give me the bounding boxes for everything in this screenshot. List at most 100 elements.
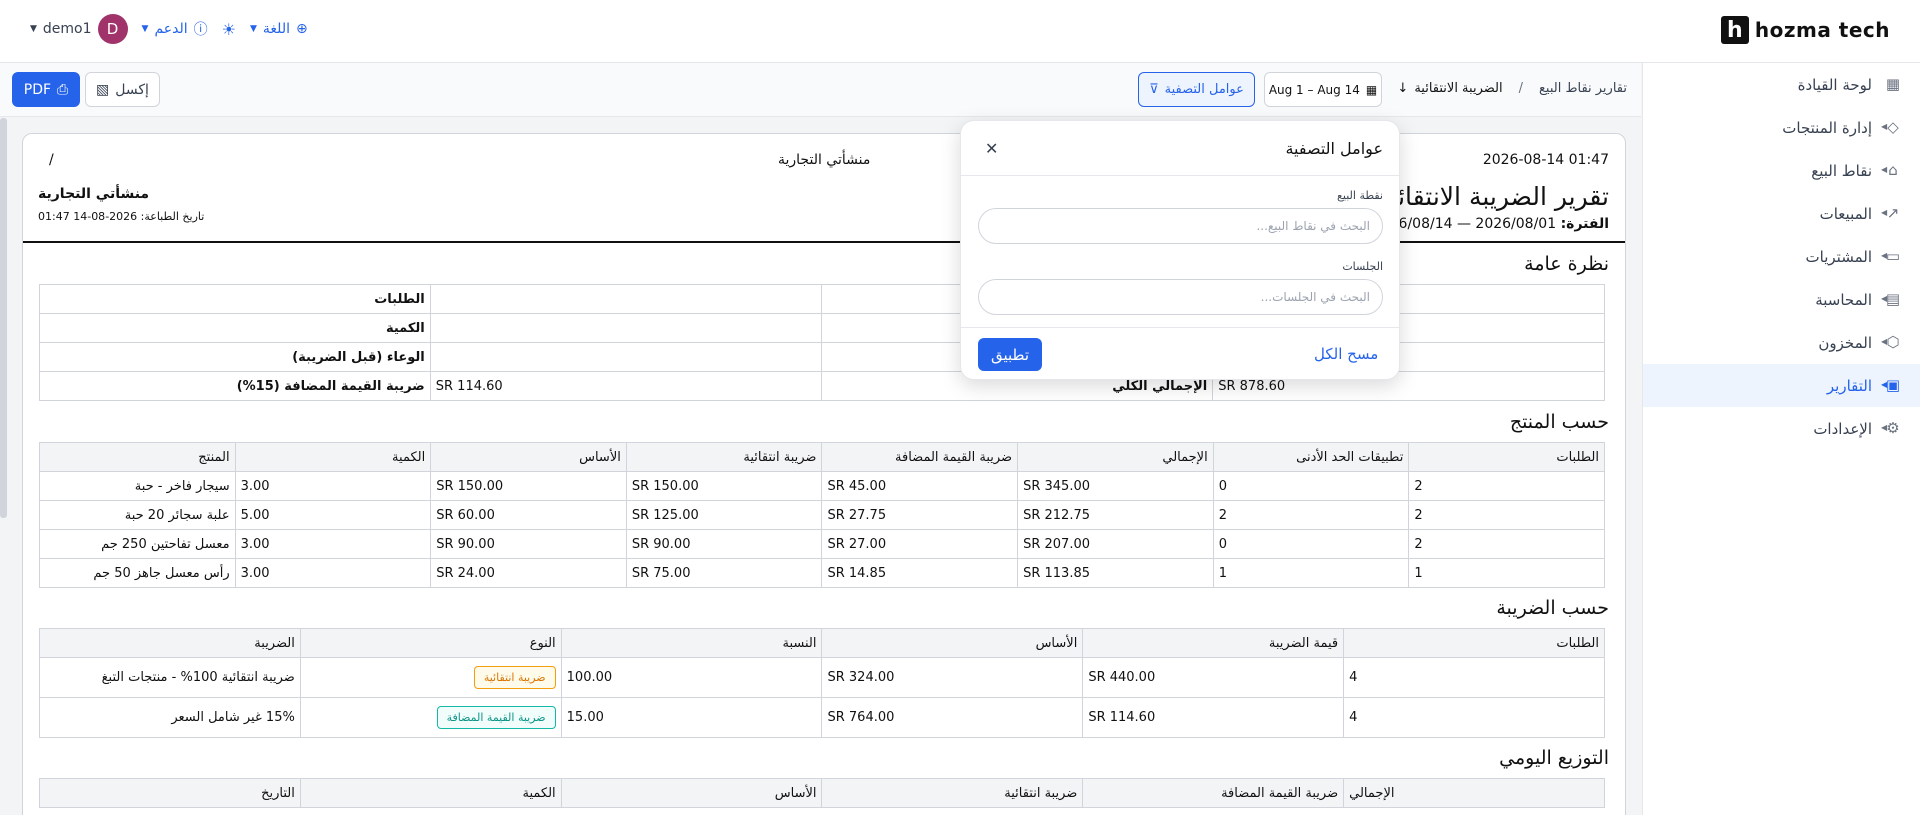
table-cell: SR 150.00 bbox=[625, 471, 823, 501]
overview-value bbox=[429, 284, 823, 314]
column-header: ضريبة القيمة المضافة bbox=[1082, 778, 1345, 808]
report-company: منشأتي التجارية bbox=[38, 186, 150, 202]
overview-label: الوعاء (قبل الضريبة) bbox=[39, 342, 431, 372]
caret-left-icon: ◀ bbox=[1881, 251, 1888, 260]
help-icon: ⓘ bbox=[193, 22, 208, 38]
column-header: ضريبة انتقائية bbox=[625, 442, 823, 472]
overview-title: نظرة عامة bbox=[1524, 253, 1609, 275]
table-cell: 15% غير شامل السعر bbox=[39, 697, 301, 738]
column-header: الكمية bbox=[234, 442, 432, 472]
column-header: قيمة الضريبة bbox=[1082, 628, 1345, 658]
support-label: الدعم bbox=[154, 21, 188, 37]
breadcrumb-current-label: الضريبة الانتقائية bbox=[1414, 81, 1503, 96]
user-menu[interactable]: ▼ demo1 D bbox=[30, 14, 128, 44]
table-cell: سيجار فاخر - حبة bbox=[39, 471, 236, 501]
table-cell: SR 345.00 bbox=[1017, 471, 1214, 501]
sidebar-item-reports[interactable]: ▣ التقارير ◀ bbox=[1643, 364, 1920, 407]
filters-button[interactable]: ⊽ عوامل التصفية bbox=[1138, 72, 1255, 107]
sidebar-item-products[interactable]: ◇ إدارة المنتجات ◀ bbox=[1643, 106, 1920, 149]
table-cell: رأس معسل جاهز 50 جم bbox=[39, 558, 236, 588]
column-header: الضريبة bbox=[39, 628, 301, 658]
column-header: النسبة bbox=[560, 628, 823, 658]
sidebar-item-purchases[interactable]: ▭ المشتريات ◀ bbox=[1643, 235, 1920, 278]
pos-label: نقطة البيع bbox=[1337, 189, 1383, 202]
sidebar-item-settings[interactable]: ⚙ الإعدادات ◀ bbox=[1643, 407, 1920, 450]
apply-button[interactable]: تطبيق bbox=[978, 338, 1042, 371]
close-icon[interactable]: ✕ bbox=[985, 139, 998, 158]
breadcrumb-current[interactable]: الضريبة الانتقائية ↓ bbox=[1397, 81, 1502, 96]
column-header: الكمية bbox=[299, 778, 562, 808]
support-menu[interactable]: ▼ الدعم ⓘ bbox=[142, 19, 208, 39]
filters-popover: عوامل التصفية ✕ نقطة البيع الجلسات تطبيق… bbox=[960, 120, 1400, 380]
brand-logo[interactable]: h hozma tech bbox=[1720, 16, 1890, 44]
excel-file-icon: ▧ bbox=[96, 81, 110, 98]
sidebar-item-label: المخزون bbox=[1818, 333, 1872, 352]
language-menu[interactable]: ▼ اللغة ⊕ bbox=[250, 21, 308, 37]
date-range-picker[interactable]: Aug 1 – Aug 14 ▦ bbox=[1264, 72, 1382, 107]
period-label: الفترة: bbox=[1560, 216, 1609, 232]
sidebar-item-inventory[interactable]: ⬡ المخزون ◀ bbox=[1643, 321, 1920, 364]
username: demo1 bbox=[42, 21, 92, 37]
by-product-table: المنتج الكمية الأساس ضريبة انتقائية ضريبة ال… bbox=[39, 442, 1605, 588]
sidebar-item-label: التقارير bbox=[1826, 376, 1872, 395]
sun-icon: ☀ bbox=[221, 19, 236, 39]
dashboard-icon: ▦ bbox=[1885, 75, 1901, 93]
popover-title: عوامل التصفية bbox=[1285, 139, 1383, 158]
table-cell: SR 764.00 bbox=[821, 697, 1084, 738]
breadcrumb-root[interactable]: تقارير نقاط البيع bbox=[1539, 81, 1627, 96]
column-header: الطلبات bbox=[1408, 442, 1605, 472]
table-cell: 15.00 bbox=[560, 697, 823, 738]
table-cell: SR 90.00 bbox=[430, 529, 627, 559]
overview-label: الطلبات bbox=[39, 284, 431, 314]
sidebar-item-accounting[interactable]: ▤ المحاسبة ◀ bbox=[1643, 278, 1920, 321]
table-row: معسل تفاحتين 250 جم 3.00 SR 90.00 SR 90.00 S… bbox=[39, 529, 1605, 559]
report-period: الفترة: 2026/08/01 — 2026/08/14 bbox=[1372, 216, 1609, 232]
column-header: ضريبة انتقائية bbox=[821, 778, 1084, 808]
divider bbox=[961, 327, 1399, 328]
tax-type-badge: ضريبة انتقائية bbox=[473, 666, 556, 689]
report-title: تقرير الضريبة الانتقائية bbox=[1377, 182, 1609, 211]
sidebar-item-label: إدارة المنتجات bbox=[1782, 118, 1872, 137]
scrollbar-thumb[interactable] bbox=[0, 118, 7, 518]
pos-search-input[interactable] bbox=[978, 208, 1383, 244]
logo-text: hozma tech bbox=[1754, 18, 1890, 42]
printer-icon: ⎙ bbox=[57, 81, 69, 98]
sidebar-item-sales[interactable]: ↗ المبيعات ◀ bbox=[1643, 192, 1920, 235]
top-bar: h hozma tech ▼ demo1 D ▼ الدعم ⓘ ☀ ▼ الل… bbox=[0, 0, 1920, 63]
filter-icon: ⊽ bbox=[1149, 82, 1159, 97]
sidebar-item-pos[interactable]: ⌂ نقاط البيع ◀ bbox=[1643, 149, 1920, 192]
table-cell: SR 27.00 bbox=[821, 529, 1019, 559]
pdf-label: PDF bbox=[23, 81, 52, 98]
caret-left-icon: ◀ bbox=[1881, 294, 1888, 303]
logo-mark: h bbox=[1720, 16, 1749, 44]
clear-all-link[interactable]: مسح الكل bbox=[1314, 345, 1378, 363]
overview-value bbox=[429, 342, 823, 372]
table-row: علبة سجائر 20 حبة 5.00 SR 60.00 SR 125.00 SR… bbox=[39, 500, 1605, 530]
column-header: المنتج bbox=[39, 442, 236, 472]
filters-label: عوامل التصفية bbox=[1164, 82, 1244, 97]
globe-icon: ⊕ bbox=[295, 21, 308, 37]
theme-toggle[interactable]: ☀ bbox=[222, 20, 236, 39]
sidebar-item-label: لوحة القيادة bbox=[1797, 75, 1872, 94]
table-cell: 2 bbox=[1212, 500, 1410, 530]
by-tax-table: الضريبة النوع النسبة الأساس قيمة الضريبة الطل… bbox=[39, 628, 1605, 738]
table-row: 15% غير شامل السعر ضريبة القيمة المضافة 15… bbox=[39, 697, 1605, 738]
table-cell: ضريبة القيمة المضافة bbox=[299, 697, 562, 738]
column-header: التاريخ bbox=[39, 778, 301, 808]
report-datetime: 2026-08-14 01:47 bbox=[1482, 152, 1609, 168]
table-cell: SR 207.00 bbox=[1017, 529, 1214, 559]
breadcrumb-separator: / bbox=[1518, 81, 1523, 96]
date-range-value: Aug 1 – Aug 14 bbox=[1268, 82, 1360, 97]
sessions-search-input[interactable] bbox=[978, 279, 1383, 315]
report-slash: / bbox=[49, 152, 54, 168]
export-pdf-button[interactable]: PDF ⎙ bbox=[12, 72, 80, 107]
caret-left-icon: ◀ bbox=[1881, 423, 1888, 432]
column-header: الأساس bbox=[560, 778, 823, 808]
sidebar-item-dashboard[interactable]: ▦ لوحة القيادة bbox=[1643, 63, 1920, 106]
table-cell: SR 60.00 bbox=[430, 500, 627, 530]
table-cell: 4 bbox=[1343, 657, 1605, 698]
avatar: D bbox=[97, 14, 128, 44]
sidebar-item-label: المبيعات bbox=[1819, 204, 1872, 223]
export-excel-button[interactable]: ▧ إكسل bbox=[85, 72, 160, 107]
calendar-icon: ▦ bbox=[1365, 82, 1378, 97]
